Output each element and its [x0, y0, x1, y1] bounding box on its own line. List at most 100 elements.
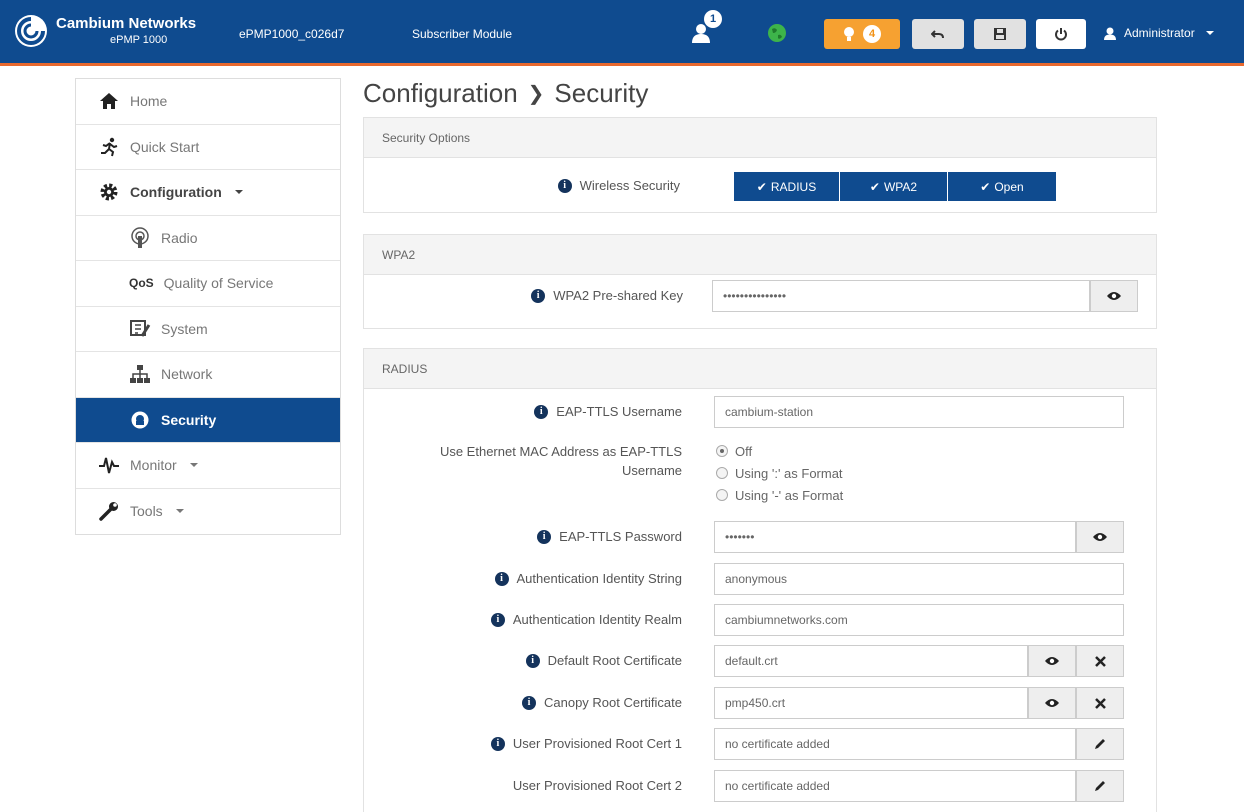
field-label: Wireless Security — [579, 178, 680, 193]
delete-cert-button[interactable] — [1076, 687, 1124, 719]
sidebar-item-home[interactable]: Home — [76, 79, 340, 125]
default-cert-label: i Default Root Certificate — [525, 645, 682, 677]
panel-heading: WPA2 — [364, 235, 1156, 275]
qos-icon: QoS — [129, 276, 154, 291]
field-label: Authentication Identity String — [516, 571, 683, 586]
eap-password-input[interactable]: ••••••• — [714, 521, 1076, 553]
info-icon[interactable]: i — [534, 405, 549, 419]
sidebar-item-monitor[interactable]: Monitor — [76, 443, 340, 489]
user-cert1-row: i User Provisioned Root Cert 1 no certif… — [364, 728, 1158, 760]
home-icon — [98, 90, 120, 112]
top-navbar: Cambium Networks ePMP 1000 ePMP1000_c026… — [0, 0, 1244, 66]
canopy-cert-input[interactable]: pmp450.crt — [714, 687, 1028, 719]
edit-cert-button[interactable] — [1076, 770, 1124, 802]
field-label: User Provisioned Root Cert 1 — [512, 736, 682, 751]
toggle-label: Open — [994, 179, 1024, 194]
sidebar-item-label: Security — [161, 411, 217, 428]
radio-icon — [129, 227, 151, 249]
info-icon[interactable]: i — [494, 572, 509, 586]
eye-icon — [1045, 699, 1059, 707]
wpa2-toggle-button[interactable]: ✔ WPA2 — [840, 172, 948, 201]
sidebar-item-system[interactable]: System — [76, 307, 340, 352]
identity-string-input[interactable]: anonymous — [714, 563, 1124, 595]
sidebar-item-quick-start[interactable]: Quick Start — [76, 125, 340, 170]
info-icon[interactable]: i — [557, 179, 572, 193]
chevron-down-icon — [175, 509, 184, 514]
info-icon[interactable]: i — [537, 530, 552, 544]
open-toggle-button[interactable]: ✔ Open — [948, 172, 1056, 201]
user-cert1-input[interactable]: no certificate added — [714, 728, 1076, 760]
sidebar-item-radio[interactable]: Radio — [76, 216, 340, 261]
cambium-logo-icon[interactable] — [14, 14, 48, 48]
info-icon[interactable]: i — [490, 737, 505, 751]
info-icon[interactable]: i — [525, 654, 540, 668]
eap-username-label: i EAP-TTLS Username — [534, 396, 682, 428]
radio-button[interactable] — [716, 489, 728, 501]
sidebar-item-label: System — [161, 320, 208, 337]
sidebar-item-tools[interactable]: Tools — [76, 489, 340, 535]
info-icon[interactable]: i — [521, 696, 536, 710]
field-label: Canopy Root Certificate — [543, 695, 682, 710]
breadcrumb-page: Security — [554, 78, 649, 108]
show-password-button[interactable] — [1090, 280, 1138, 312]
delete-cert-button[interactable] — [1076, 645, 1124, 677]
sidebar-item-label: Network — [161, 366, 213, 383]
sidebar-item-network[interactable]: Network — [76, 352, 340, 398]
view-cert-button[interactable] — [1028, 687, 1076, 719]
identity-string-row: i Authentication Identity String anonymo… — [364, 563, 1158, 595]
sidebar-item-label: Monitor — [130, 457, 177, 474]
field-label: EAP-TTLS Password — [559, 529, 682, 544]
view-cert-button[interactable] — [1028, 645, 1076, 677]
radio-option-off[interactable]: Off — [716, 440, 843, 462]
show-password-button[interactable] — [1076, 521, 1124, 553]
undo-button[interactable] — [912, 19, 964, 49]
check-icon: ✔ — [980, 179, 991, 194]
radio-button[interactable] — [716, 467, 728, 479]
info-icon[interactable]: i — [531, 289, 546, 303]
wpa2-psk-input[interactable]: ••••••••••••••• — [712, 280, 1090, 312]
toggle-label: RADIUS — [770, 179, 817, 194]
wpa2-panel: WPA2 i WPA2 Pre-shared Key •••••••••••••… — [363, 234, 1157, 329]
eap-password-row: i EAP-TTLS Password ••••••• — [364, 521, 1158, 553]
wrench-icon — [98, 500, 120, 522]
eye-icon — [1093, 533, 1107, 541]
sidebar-item-qos[interactable]: QoS Quality of Service — [76, 261, 340, 307]
security-options-panel: Security Options i Wireless Security ✔ RA… — [363, 117, 1157, 213]
radio-button[interactable] — [716, 445, 728, 457]
globe-icon[interactable] — [767, 23, 787, 43]
user-cert2-input[interactable]: no certificate added — [714, 770, 1076, 802]
sidebar-item-security[interactable]: Security — [76, 397, 340, 443]
edit-cert-button[interactable] — [1076, 728, 1124, 760]
eap-username-input[interactable]: cambium-station — [714, 396, 1124, 428]
check-icon: ✔ — [869, 179, 880, 194]
pencil-icon — [1095, 781, 1105, 791]
default-cert-input[interactable]: default.crt — [714, 645, 1028, 677]
sidebar-item-label: Home — [130, 93, 168, 110]
user-cert2-row: User Provisioned Root Cert 2 no certific… — [364, 770, 1158, 802]
field-label: Use Ethernet MAC Address as EAP-TTLS — [439, 444, 682, 459]
pulse-icon — [98, 454, 120, 476]
check-icon: ✔ — [756, 179, 767, 194]
info-icon[interactable]: i — [490, 613, 505, 627]
mac-format-radio-group: Off Using ':' as Format Using '-' as For… — [716, 440, 843, 506]
admin-menu[interactable]: Administrator — [1104, 26, 1214, 40]
default-cert-row: i Default Root Certificate default.crt — [364, 645, 1158, 677]
network-icon — [129, 363, 151, 385]
field-label: User Provisioned Root Cert 2 — [512, 778, 682, 793]
chevron-down-icon — [234, 190, 243, 195]
pencil-icon — [1095, 739, 1105, 749]
radio-option-colon-format[interactable]: Using ':' as Format — [716, 462, 843, 484]
radius-toggle-button[interactable]: ✔ RADIUS — [734, 172, 840, 201]
user-cert1-label: i User Provisioned Root Cert 1 — [490, 728, 682, 760]
device-mode: Subscriber Module — [412, 27, 513, 41]
identity-realm-input[interactable]: cambiumnetworks.com — [714, 604, 1124, 636]
sidebar-item-configuration[interactable]: Configuration — [76, 170, 340, 216]
save-button[interactable] — [974, 19, 1026, 49]
radio-option-dash-format[interactable]: Using '-' as Format — [716, 484, 843, 506]
identity-realm-row: i Authentication Identity Realm cambiumn… — [364, 604, 1158, 636]
reboot-button[interactable] — [1036, 19, 1086, 49]
field-label: Default Root Certificate — [547, 653, 682, 668]
alerts-button[interactable]: 4 — [824, 19, 900, 49]
identity-realm-label: i Authentication Identity Realm — [490, 604, 682, 636]
undo-icon — [931, 30, 944, 39]
